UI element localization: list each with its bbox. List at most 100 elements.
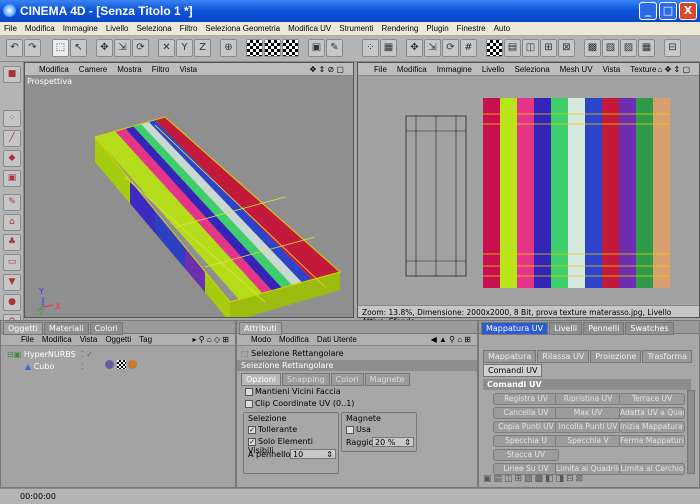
viewport-menu-camere[interactable]: Camere: [74, 63, 112, 74]
inizia-mappatura-button[interactable]: Inizia Mappatura I: [619, 421, 685, 433]
x-axis-icon[interactable]: ✕: [158, 39, 175, 57]
uv-checker-icon[interactable]: [486, 39, 503, 57]
close-button[interactable]: X: [679, 2, 697, 20]
uv-grid-icon[interactable]: #: [460, 39, 477, 57]
option-tollerante[interactable]: ✓ Tollerante: [248, 425, 297, 434]
option-mantieni[interactable]: Mantieni Vicini Faccia: [245, 387, 341, 396]
obj-menu-file[interactable]: File: [1, 334, 38, 345]
obj-menu-oggetti[interactable]: Oggetti: [101, 334, 135, 345]
option-usa[interactable]: Usa: [346, 425, 371, 434]
cube-icon[interactable]: ▣: [308, 39, 325, 57]
list-item[interactable]: ⊟▣ HyperNURBS: [7, 350, 76, 359]
ripristina-uv-button[interactable]: Ripristina UV: [555, 393, 621, 405]
uv-menu-immagine[interactable]: Immagine: [432, 63, 477, 74]
checkbox[interactable]: [245, 387, 253, 396]
menu-livello[interactable]: Livello: [102, 22, 133, 33]
menu-strumenti[interactable]: Strumenti: [335, 22, 377, 33]
subtab-trasforma[interactable]: Trasforma: [642, 350, 693, 363]
viewport-menu-vista[interactable]: Vista: [174, 63, 202, 74]
phong-tag-icon[interactable]: [105, 360, 114, 369]
render-settings-icon[interactable]: [282, 39, 299, 57]
perspective-viewport[interactable]: Modifica Camere Mostra Filtro Vista ✥ ⇕ ⊘ ▢ …: [24, 62, 354, 318]
stepper-icon[interactable]: ⇕: [404, 438, 411, 447]
specchia-u-button[interactable]: Specchia U: [493, 435, 559, 447]
maximize-button[interactable]: □: [659, 2, 677, 20]
drop-icon[interactable]: ●: [3, 294, 21, 311]
model-tool-icon[interactable]: ■: [3, 66, 21, 83]
eraser-icon[interactable]: ▭: [3, 254, 21, 271]
incolla-punti-uv-button[interactable]: Incolla Punti UV: [555, 421, 621, 433]
redo-icon[interactable]: ↷: [24, 39, 41, 57]
terrace-uv-button[interactable]: Terrace UV: [619, 393, 685, 405]
texture-icon-2[interactable]: ▧: [602, 39, 619, 57]
tab-livelli[interactable]: Livelli: [549, 322, 583, 335]
visibility-dots[interactable]: ⁚ ✓: [81, 350, 93, 359]
menu-filtro[interactable]: Filtro: [176, 22, 202, 33]
uv-scale-icon[interactable]: ⇲: [424, 39, 441, 57]
brush-icon[interactable]: ✎: [3, 194, 21, 211]
points-mode-icon[interactable]: ⁘: [3, 110, 21, 127]
subtab-comandi-uv[interactable]: Comandi UV: [483, 364, 543, 377]
tab-pennelli[interactable]: Pennelli: [583, 322, 625, 335]
cancella-uv-button[interactable]: Cancella UV: [493, 407, 559, 419]
y-axis-icon[interactable]: Y: [176, 39, 193, 57]
copia-punti-uv-button[interactable]: Copia Punti UV: [493, 421, 559, 433]
menu-seleziona-geometria[interactable]: Seleziona Geometria: [201, 22, 284, 33]
limita-cerchio-button[interactable]: Limita al Cerchio: [619, 463, 685, 475]
uv-wire-icon[interactable]: ⊠: [558, 39, 575, 57]
move-icon[interactable]: ✥: [96, 39, 113, 57]
uv-mode-icon[interactable]: ▣: [3, 170, 21, 187]
ferma-mappatura-button[interactable]: Ferma Mappatura: [619, 435, 685, 447]
checkbox-checked[interactable]: ✓: [248, 437, 256, 446]
menu-auto[interactable]: Auto: [490, 22, 514, 33]
tab-mappatura-uv[interactable]: Mappatura UV: [481, 322, 549, 335]
texture-icon-4[interactable]: ▦: [638, 39, 655, 57]
stacca-uv-button[interactable]: Stacca UV: [493, 449, 559, 461]
z-axis-icon[interactable]: Z: [194, 39, 211, 57]
uvw-tag-icon[interactable]: [128, 360, 138, 369]
uv-canvas[interactable]: [358, 76, 700, 306]
viewport-menu-mostra[interactable]: Mostra: [112, 63, 146, 74]
layout-icon[interactable]: ⊟: [664, 39, 681, 57]
uv-move-icon[interactable]: ✥: [406, 39, 423, 57]
uv-menu-seleziona[interactable]: Seleziona: [510, 63, 555, 74]
obj-menu-tag[interactable]: Tag: [135, 334, 156, 345]
subtab-proiezione[interactable]: Proiezione: [590, 350, 642, 363]
attr-menu-dati-utente[interactable]: Dati Utente: [313, 334, 361, 345]
uv-menu-vista[interactable]: Vista: [598, 63, 626, 74]
specchia-v-button[interactable]: Specchia V: [555, 435, 621, 447]
uv-polygons-icon[interactable]: ▦: [380, 39, 397, 57]
clone-icon[interactable]: ♣: [3, 234, 21, 251]
rotate-icon[interactable]: ⟳: [132, 39, 149, 57]
attr-menu-modo[interactable]: Modo: [237, 334, 275, 345]
option-clip[interactable]: Clip Coordinate UV (0..1): [245, 399, 354, 408]
checkbox[interactable]: [245, 399, 253, 408]
pen-icon[interactable]: ✎: [326, 39, 343, 57]
cube-tags[interactable]: [105, 360, 139, 371]
stamp-icon[interactable]: ⌂: [3, 214, 21, 231]
max-uv-button[interactable]: Max UV: [555, 407, 621, 419]
uv-panel-bottom-icons[interactable]: ▣▤◫⊞▧▩◧◨⊟⊠: [483, 474, 585, 486]
edges-mode-icon[interactable]: ╱: [3, 130, 21, 147]
checkbox[interactable]: [346, 425, 354, 434]
subtab-mappatura[interactable]: Mappatura: [483, 350, 537, 363]
object-nav-icons[interactable]: ▸ ⚲ ⌂ ◇ ⊞: [189, 334, 233, 345]
uv-menu-file[interactable]: File: [358, 63, 392, 74]
menu-file[interactable]: File: [0, 22, 21, 33]
live-selection-icon[interactable]: ↖: [70, 39, 87, 57]
polygons-mode-icon[interactable]: ◆: [3, 150, 21, 167]
obj-menu-modifica[interactable]: Modifica: [38, 334, 76, 345]
registra-uv-button[interactable]: Registra UV: [493, 393, 559, 405]
uv-panel-scrollbar[interactable]: [687, 390, 695, 474]
list-item[interactable]: ▲ Cubo: [25, 362, 54, 371]
raggio-input[interactable]: 20 % ⇕: [372, 437, 414, 447]
attr-menu-modifica[interactable]: Modifica: [275, 334, 313, 345]
coordinate-system-icon[interactable]: ⊕: [220, 39, 237, 57]
pennello-input[interactable]: 10 ⇕: [290, 449, 336, 459]
menu-immagine[interactable]: Immagine: [59, 22, 102, 33]
undo-icon[interactable]: ↶: [6, 39, 23, 57]
uv-mesh-icon[interactable]: ▤: [504, 39, 521, 57]
uv-frame-icon[interactable]: ⊞: [540, 39, 557, 57]
tab-swatches[interactable]: Swatches: [625, 322, 674, 335]
render-picture-icon[interactable]: [264, 39, 281, 57]
